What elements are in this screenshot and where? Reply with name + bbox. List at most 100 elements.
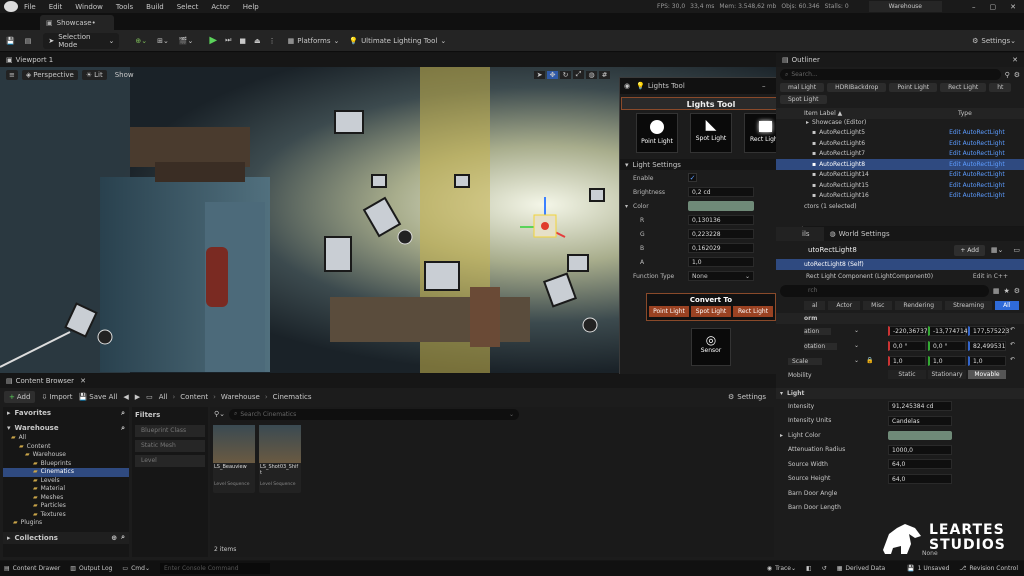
outliner-filter-chip[interactable]: mal Light <box>780 83 825 92</box>
details-category-tab[interactable]: Streaming <box>945 301 993 310</box>
outliner-row-type[interactable]: Edit AutoRectLight <box>949 140 1005 147</box>
menu-select[interactable]: Select <box>177 3 199 11</box>
scale-icon[interactable]: ⤢ <box>573 70 584 79</box>
filter-item[interactable]: Level <box>135 455 205 467</box>
revert-icon[interactable]: ↺ <box>822 565 827 572</box>
play-options-icon[interactable]: ⋮ <box>269 37 276 45</box>
location-reset-icon[interactable]: ↶ <box>1010 326 1015 333</box>
settings-button[interactable]: ⚙ Settings ⌄ <box>972 37 1016 45</box>
details-tab[interactable]: ils <box>776 227 824 241</box>
browse-folder-icon[interactable]: ▭ <box>146 393 153 401</box>
function-type-dropdown[interactable]: None ⌄ <box>688 271 754 281</box>
folder-tree-item[interactable]: ▰ Plugins <box>3 519 129 528</box>
details-self-row[interactable]: utoRectLight8 (Self) <box>776 259 1024 270</box>
scale-z-field[interactable]: 1,0 <box>968 356 1006 366</box>
color-swatch[interactable] <box>688 201 754 211</box>
light-property-value[interactable]: 64,0 <box>888 473 952 484</box>
outliner-col-label[interactable]: Item Label ▲ <box>776 110 958 117</box>
outliner-root[interactable]: ▸ Showcase (Editor) <box>806 119 1024 128</box>
rotation-x-field[interactable]: 0,0 ° <box>888 341 926 351</box>
folder-tree-item[interactable]: ▰ Particles <box>3 502 129 511</box>
light-section[interactable]: ▾ Light <box>776 388 1024 399</box>
play-icon[interactable]: ▶ <box>209 35 217 46</box>
unreal-logo-icon[interactable] <box>4 1 18 12</box>
notification-icon[interactable]: ◧ <box>806 565 812 572</box>
details-category-tab[interactable]: All <box>995 301 1019 310</box>
project-search-icon[interactable]: ⌕ <box>121 424 125 433</box>
spot-light-button[interactable]: ◣ Spot Light <box>690 113 732 153</box>
location-z-field[interactable]: 177,575223 <box>968 326 1009 336</box>
outliner-row[interactable]: ▪ AutoRectLight14 Edit AutoRectLight <box>776 170 1024 181</box>
console-input[interactable]: Enter Console Command <box>159 563 270 574</box>
details-component-row[interactable]: Rect Light Component (LightComponent0) <box>806 273 933 280</box>
derived-data-button[interactable]: ▦ Derived Data <box>837 565 885 572</box>
details-grid-icon[interactable]: ▦ <box>993 287 1000 295</box>
outliner-row-type[interactable]: Edit AutoRectLight <box>949 150 1005 157</box>
filter-icon[interactable]: ⚲ <box>1005 71 1010 79</box>
folder-tree-item[interactable]: ▰ Blueprints <box>3 460 129 469</box>
mobility-static[interactable]: Static <box>888 370 926 379</box>
light-property-value[interactable]: 91,245384 cd <box>888 401 952 412</box>
assets-filter-icon[interactable]: ⚲⌄ <box>214 410 225 418</box>
mobility-movable[interactable]: Movable <box>968 370 1006 379</box>
edit-in-cpp-link[interactable]: Edit in C++ <box>973 273 1008 280</box>
outliner-row-type[interactable]: Edit AutoRectLight <box>949 182 1005 189</box>
content-browser-tab[interactable]: ▤ Content Browser ✕ <box>0 374 776 388</box>
source-control-icon[interactable]: ▤ <box>25 37 32 45</box>
folder-tree-item[interactable]: ▰ Meshes <box>3 494 129 503</box>
save-icon[interactable]: 💾 <box>6 37 15 45</box>
convert-rect-light-button[interactable]: Rect Light <box>733 306 773 317</box>
blueprint-icon[interactable]: ⊞⌄ <box>157 37 169 45</box>
step-icon[interactable]: ⏭ <box>225 36 231 45</box>
menu-tools[interactable]: Tools <box>116 3 133 11</box>
convert-spot-light-button[interactable]: Spot Light <box>691 306 731 317</box>
lit-button[interactable]: ☀ Lit <box>81 70 107 80</box>
outliner-filter-chip[interactable]: Point Light <box>889 83 938 92</box>
details-gear-icon[interactable]: ⚙ <box>1014 287 1020 295</box>
outliner-row[interactable]: ▪ AutoRectLight16 Edit AutoRectLight <box>776 191 1024 202</box>
folder-tree-item[interactable]: ▰ Levels <box>3 477 129 486</box>
outliner-close-icon[interactable]: ✕ <box>1012 56 1018 64</box>
folder-tree-item[interactable]: ▰ Textures <box>3 511 129 520</box>
folder-tree-item[interactable]: ▰ Material <box>3 485 129 494</box>
outliner-col-type[interactable]: Type <box>958 110 972 117</box>
light-color-swatch[interactable] <box>888 430 952 440</box>
forward-icon[interactable]: ▶ <box>135 393 140 401</box>
rotation-z-field[interactable]: 82,499531 <box>968 341 1006 351</box>
convert-point-light-button[interactable]: Point Light <box>649 306 689 317</box>
scale-reset-icon[interactable]: ↶ <box>1010 356 1015 363</box>
outliner-filter-chip[interactable]: Rect Light <box>940 83 987 92</box>
folder-tree-item[interactable]: ▰ Content <box>3 443 129 452</box>
outliner-row-type[interactable]: Edit AutoRectLight <box>949 129 1005 136</box>
point-light-button[interactable]: Point Light <box>636 113 678 153</box>
filter-item[interactable]: Blueprint Class <box>135 425 205 437</box>
rotation-y-field[interactable]: 0,0 ° <box>928 341 966 351</box>
details-category-tab[interactable]: Actor <box>828 301 861 310</box>
brightness-field[interactable]: 0,2 cd <box>688 187 754 197</box>
select-mode-icon[interactable]: ➤ <box>534 70 545 79</box>
folder-tree-item[interactable]: ▰ Warehouse <box>3 451 129 460</box>
light-settings-section[interactable]: ▾ Light Settings <box>620 159 802 170</box>
outliner-tab[interactable]: ▤ Outliner ✕ <box>776 53 1024 67</box>
lighting-tool-dropdown[interactable]: 💡 Ultimate Lighting Tool ⌄ <box>349 37 446 45</box>
add-actor-icon[interactable]: ⊕⌄ <box>135 37 147 45</box>
details-category-tab[interactable]: al <box>804 301 826 310</box>
project-label[interactable]: Warehouse <box>15 424 59 432</box>
location-x-field[interactable]: -220,36737 <box>888 326 928 336</box>
a-field[interactable]: 1,0 <box>688 257 754 267</box>
asset-tile[interactable]: LS_Shot03_Shift Level Sequence <box>259 425 301 493</box>
scale-lock-icon[interactable]: 🔒 <box>866 357 873 364</box>
collections-search-icon[interactable]: ⌕ <box>121 533 125 542</box>
minimize-icon[interactable]: – <box>972 3 976 11</box>
output-log-button[interactable]: ▥ Output Log <box>70 565 112 572</box>
light-property-value[interactable]: 1000,0 <box>888 444 952 455</box>
menu-help[interactable]: Help <box>243 3 259 11</box>
translate-icon[interactable]: ✥ <box>547 70 558 79</box>
world-settings-tab[interactable]: World Settings <box>839 230 890 238</box>
menu-actor[interactable]: Actor <box>211 3 229 11</box>
outliner-filter-chip[interactable]: Spot Light <box>780 95 827 104</box>
cb-save-all-button[interactable]: 💾 Save All <box>79 393 118 401</box>
rotate-icon[interactable]: ↻ <box>560 70 571 79</box>
perspective-button[interactable]: ◈ Perspective <box>21 70 78 80</box>
outliner-row[interactable]: ▪ AutoRectLight6 Edit AutoRectLight <box>776 138 1024 149</box>
